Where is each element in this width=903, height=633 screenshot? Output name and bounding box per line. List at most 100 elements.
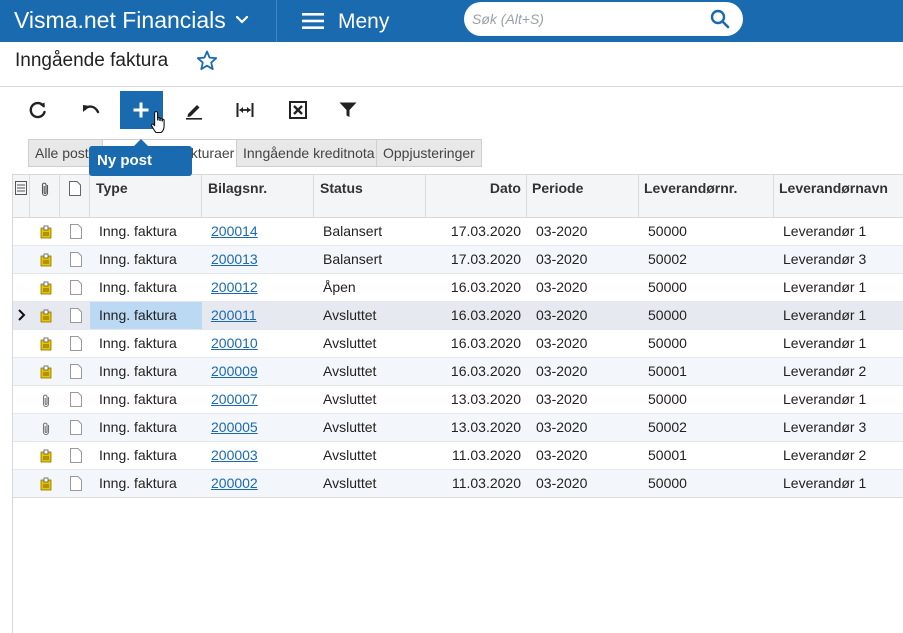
- note-icon[interactable]: [40, 449, 52, 463]
- cell-status: Avsluttet: [323, 419, 377, 435]
- note-icon[interactable]: [40, 365, 52, 379]
- cell-period: 03-2020: [536, 335, 588, 351]
- cell-ref-link[interactable]: 200005: [211, 414, 258, 441]
- cell-date: 16.03.2020: [450, 279, 521, 295]
- cell-type: Inng. faktura: [99, 363, 177, 379]
- table-row[interactable]: Inng. faktura 200011 Avsluttet 16.03.2020 03…: [13, 302, 903, 330]
- cell-status: Avsluttet: [323, 391, 377, 407]
- cell-vendor-name: Leverandør 1: [783, 335, 867, 351]
- header-ref[interactable]: Bilagsnr.: [202, 175, 314, 217]
- fit-columns-icon: [236, 103, 254, 117]
- cell-ref-link[interactable]: 200002: [211, 470, 258, 497]
- document-icon[interactable]: [70, 476, 82, 491]
- header-row-menu[interactable]: [13, 175, 30, 217]
- filter-icon: [339, 102, 357, 117]
- search-input[interactable]: [472, 9, 702, 29]
- note-icon[interactable]: [40, 309, 52, 323]
- header-period[interactable]: Periode: [527, 175, 639, 217]
- document-icon[interactable]: [70, 224, 82, 239]
- cell-vendor-id: 50002: [648, 251, 687, 267]
- column-header: Dato: [489, 180, 521, 196]
- table-row[interactable]: Inng. faktura 200003 Avsluttet 11.03.2020 03…: [13, 442, 903, 470]
- tab-label: Oppjusteringer: [383, 145, 475, 161]
- cell-type: Inng. faktura: [99, 419, 177, 435]
- paperclip-icon: [41, 182, 49, 197]
- cell-status: Avsluttet: [323, 363, 377, 379]
- header-vendor-name[interactable]: Leverandørnavn: [774, 175, 903, 217]
- note-icon[interactable]: [40, 281, 52, 295]
- header-status[interactable]: Status: [314, 175, 426, 217]
- document-icon[interactable]: [70, 252, 82, 267]
- paperclip-icon[interactable]: [40, 393, 52, 407]
- table-row[interactable]: Inng. faktura 200005 Avsluttet 13.03.2020 03…: [13, 414, 903, 442]
- cell-vendor-name: Leverandør 3: [783, 419, 867, 435]
- note-icon[interactable]: [40, 253, 52, 267]
- app-title[interactable]: Visma.net Financials: [14, 6, 226, 34]
- document-icon[interactable]: [70, 392, 82, 407]
- cell-ref-link[interactable]: 200003: [211, 442, 258, 469]
- cell-date: 11.03.2020: [451, 475, 521, 491]
- table-row[interactable]: Inng. faktura 200002 Avsluttet 11.03.2020 03…: [13, 470, 903, 498]
- document-icon[interactable]: [70, 336, 82, 351]
- cell-date: 13.03.2020: [450, 391, 521, 407]
- table-row[interactable]: Inng. faktura 200013 Balansert 17.03.2020 03…: [13, 246, 903, 274]
- table-row[interactable]: Inng. faktura 200012 Åpen 16.03.2020 03-2020…: [13, 274, 903, 302]
- cell-status: Balansert: [323, 223, 383, 239]
- header-date[interactable]: Dato: [426, 175, 527, 217]
- table-row[interactable]: Inng. faktura 200009 Avsluttet 16.03.2020 03…: [13, 358, 903, 386]
- cell-ref-link[interactable]: 200009: [211, 358, 258, 385]
- table-row[interactable]: Inng. faktura 200007 Avsluttet 13.03.2020 03…: [13, 386, 903, 414]
- topbar-divider: [276, 0, 277, 42]
- table-row[interactable]: Inng. faktura 200014 Balansert 17.03.2020 03…: [13, 218, 903, 246]
- column-header: Bilagsnr.: [208, 180, 268, 196]
- refresh-button[interactable]: [18, 91, 58, 129]
- cell-ref-link[interactable]: 200007: [211, 386, 258, 413]
- column-header: Type: [96, 180, 128, 196]
- cell-ref-link[interactable]: 200011: [211, 302, 257, 329]
- cell-type: Inng. faktura: [99, 223, 177, 239]
- tab-credit-notes[interactable]: Inngående kreditnota: [236, 139, 382, 167]
- document-icon[interactable]: [70, 448, 82, 463]
- note-icon[interactable]: [40, 225, 52, 239]
- cell-type: Inng. faktura: [99, 307, 177, 323]
- search-icon[interactable]: [710, 9, 730, 29]
- cell-date: 11.03.2020: [451, 447, 521, 463]
- document-icon[interactable]: [70, 364, 82, 379]
- document-icon[interactable]: [70, 420, 82, 435]
- undo-button[interactable]: [71, 91, 111, 129]
- table-row[interactable]: Inng. faktura 200010 Avsluttet 16.03.2020 03…: [13, 330, 903, 358]
- filter-button[interactable]: [328, 91, 368, 129]
- document-icon[interactable]: [70, 280, 82, 295]
- tab-adjustments[interactable]: Oppjusteringer: [376, 139, 482, 167]
- header-type[interactable]: Type: [90, 175, 202, 217]
- header-notes[interactable]: [60, 175, 90, 217]
- cell-vendor-name: Leverandør 1: [783, 307, 867, 323]
- cell-vendor-name: Leverandør 2: [783, 447, 867, 463]
- paperclip-icon[interactable]: [40, 421, 52, 435]
- add-icon: [133, 102, 149, 118]
- fit-columns-button[interactable]: [225, 91, 265, 129]
- header-vendor-id[interactable]: Leverandørnr.: [639, 175, 774, 217]
- chevron-down-icon[interactable]: [234, 12, 250, 28]
- cell-ref-link[interactable]: 200010: [211, 330, 258, 357]
- cell-ref-link[interactable]: 200014: [211, 218, 258, 245]
- header-attachments[interactable]: [30, 175, 60, 217]
- cell-period: 03-2020: [536, 307, 588, 323]
- row-indicator-chevron-icon: [18, 309, 26, 321]
- edit-button[interactable]: [174, 91, 214, 129]
- cell-period: 03-2020: [536, 251, 588, 267]
- cell-period: 03-2020: [536, 279, 588, 295]
- star-icon[interactable]: [196, 50, 218, 71]
- cell-vendor-name: Leverandør 3: [783, 251, 867, 267]
- document-icon[interactable]: [70, 308, 82, 323]
- cell-status: Avsluttet: [323, 447, 377, 463]
- cell-ref-link[interactable]: 200013: [211, 246, 258, 273]
- note-icon[interactable]: [40, 477, 52, 491]
- cell-date: 16.03.2020: [450, 335, 521, 351]
- add-tooltip: Ny post: [89, 139, 192, 176]
- export-excel-button[interactable]: [278, 91, 318, 129]
- note-icon[interactable]: [40, 337, 52, 351]
- cell-ref-link[interactable]: 200012: [211, 274, 258, 301]
- cell-vendor-id: 50000: [648, 223, 687, 239]
- cell-date: 13.03.2020: [450, 419, 521, 435]
